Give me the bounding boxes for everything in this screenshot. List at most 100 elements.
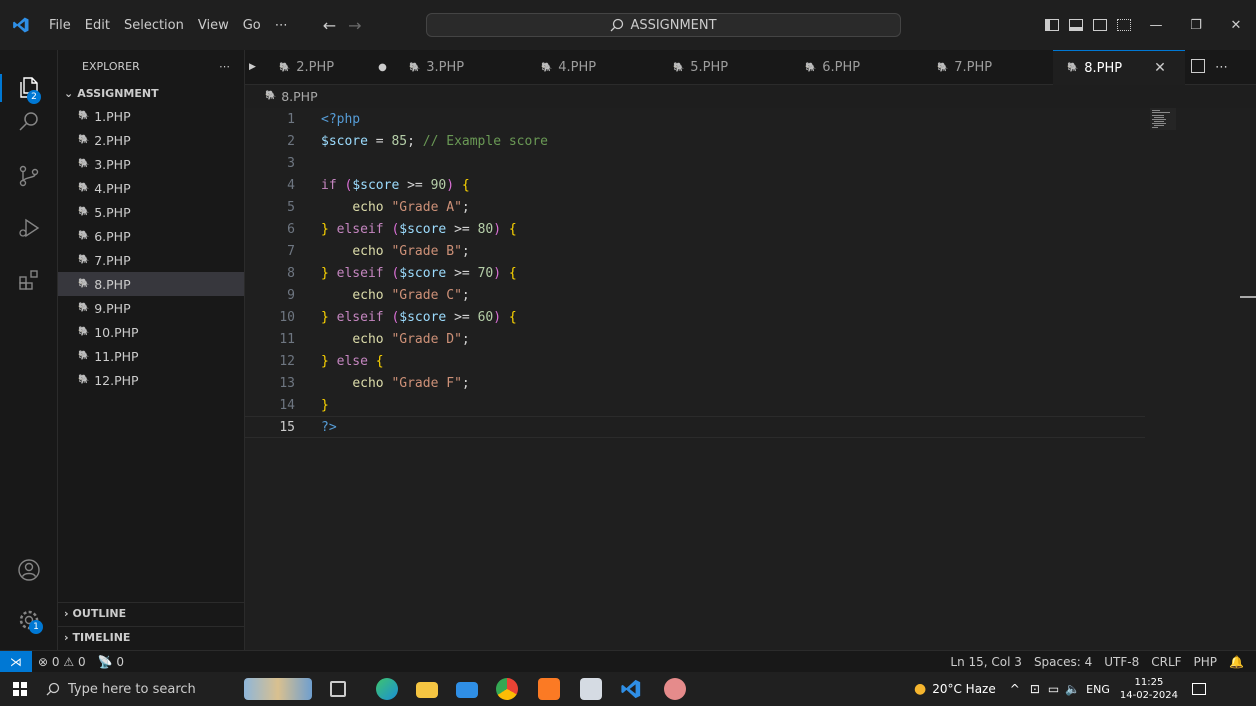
menu-more[interactable]: ⋯	[268, 18, 295, 33]
tab-5-php[interactable]: 🐘 5.PHP	[673, 50, 728, 85]
remote-indicator-icon[interactable]: ⋊	[0, 650, 32, 673]
menu-view[interactable]: View	[191, 18, 236, 33]
restore-icon[interactable]: ❐	[1176, 18, 1216, 33]
explorer-more-button[interactable]: ⋯	[219, 60, 230, 73]
network-icon[interactable]: ⊡	[1030, 682, 1040, 696]
encoding[interactable]: UTF-8	[1098, 655, 1145, 669]
file-item[interactable]: 🐘 3.PHP	[58, 152, 244, 176]
language-mode[interactable]: PHP	[1188, 655, 1224, 669]
xampp-icon[interactable]	[538, 678, 560, 700]
file-item[interactable]: 🐘 9.PHP	[58, 296, 244, 320]
windows-start-icon[interactable]	[13, 682, 27, 696]
folder-assignment[interactable]: ⌄ ASSIGNMENT	[58, 82, 244, 104]
ports-indicator[interactable]: 📡 0	[92, 655, 130, 669]
notifications-bell-icon[interactable]: 🔔	[1223, 655, 1256, 669]
tab-label: 6.PHP	[822, 60, 861, 75]
more-actions-icon[interactable]: ⋯	[1215, 60, 1228, 75]
task-view-icon[interactable]	[330, 681, 346, 697]
explorer-sidebar: EXPLORER ⋯ ⌄ ASSIGNMENT 🐘 1.PHP 🐘 2.PHP 🐘 3…	[58, 50, 245, 650]
timeline-section[interactable]: › TIMELINE	[58, 626, 245, 648]
file-label: 12.PHP	[94, 372, 139, 388]
tab-close-icon[interactable]: ✕	[1154, 60, 1166, 76]
tab-3-php[interactable]: 🐘 3.PHP	[409, 50, 464, 85]
extensions-icon[interactable]	[17, 268, 41, 292]
breadcrumb[interactable]: 🐘 8.PHP	[265, 86, 318, 106]
code-line: 12} else {	[245, 350, 1145, 372]
chevron-right-icon: ›	[64, 607, 69, 620]
run-debug-icon[interactable]	[17, 216, 41, 240]
volume-icon[interactable]: 🔈	[1065, 682, 1080, 696]
tab-label: 8.PHP	[1084, 60, 1123, 76]
file-item[interactable]: 🐘 4.PHP	[58, 176, 244, 200]
file-item[interactable]: 🐘 11.PHP	[58, 344, 244, 368]
tab-4-php[interactable]: 🐘 4.PHP	[541, 50, 596, 85]
code-line: 5 echo "Grade A";	[245, 196, 1145, 218]
taskbar-search[interactable]: Type here to search	[40, 676, 228, 702]
settings-badge: 1	[29, 620, 43, 634]
line-number: 13	[279, 375, 295, 391]
file-item[interactable]: 🐘 7.PHP	[58, 248, 244, 272]
battery-icon[interactable]: ▭	[1048, 682, 1059, 696]
search-icon[interactable]	[17, 110, 41, 134]
file-item[interactable]: 🐘 2.PHP	[58, 128, 244, 152]
line-number: 11	[279, 331, 295, 347]
menu-go[interactable]: Go	[236, 18, 268, 33]
toggle-panel-icon[interactable]	[1069, 19, 1083, 31]
menu-edit[interactable]: Edit	[78, 18, 117, 33]
chevron-up-icon[interactable]: ^	[1010, 682, 1020, 696]
mail-icon[interactable]	[456, 682, 478, 698]
explorer-header: EXPLORER ⋯	[58, 50, 244, 82]
file-item[interactable]: 🐘 10.PHP	[58, 320, 244, 344]
edge-browser-icon[interactable]	[376, 678, 398, 700]
close-icon[interactable]: ✕	[1216, 18, 1256, 33]
outline-section[interactable]: › OUTLINE	[58, 602, 245, 624]
cursor-position[interactable]: Ln 15, Col 3	[944, 655, 1028, 669]
forward-arrow-icon[interactable]: →	[342, 16, 367, 35]
line-number: 6	[287, 221, 295, 237]
word-document-icon[interactable]	[580, 678, 602, 700]
back-arrow-icon[interactable]: ←	[317, 16, 342, 35]
file-item-selected[interactable]: 🐘 8.PHP	[58, 272, 244, 296]
menu-selection[interactable]: Selection	[117, 18, 191, 33]
paint-app-icon[interactable]	[664, 678, 686, 700]
source-control-icon[interactable]	[17, 164, 41, 188]
file-item[interactable]: 🐘 5.PHP	[58, 200, 244, 224]
code-editor[interactable]: 1 <?php 2 $score = 85; // Example score 3 …	[245, 108, 1256, 650]
tabs-scroll-left-icon[interactable]: ▶	[249, 62, 256, 72]
toggle-primary-sidebar-icon[interactable]	[1045, 19, 1059, 31]
php-file-icon: 🐘	[78, 327, 90, 337]
notification-center-icon[interactable]	[1192, 683, 1206, 695]
explorer-icon[interactable]: 2	[17, 76, 41, 104]
split-editor-icon[interactable]	[1191, 59, 1205, 73]
breadcrumb-file: 8.PHP	[281, 88, 318, 104]
chrome-icon[interactable]	[496, 678, 518, 700]
file-item[interactable]: 🐘 1.PHP	[58, 104, 244, 128]
minimap[interactable]	[1150, 108, 1176, 130]
tab-6-php[interactable]: 🐘 6.PHP	[805, 50, 860, 85]
settings-gear-icon[interactable]: 1	[17, 608, 43, 634]
line-text: $score = 85; // Example score	[321, 133, 548, 149]
birds-widget-icon[interactable]	[244, 678, 312, 700]
file-item[interactable]: 🐘 12.PHP	[58, 368, 244, 392]
tab-2-php[interactable]: 🐘 2.PHP ●	[279, 50, 387, 85]
warning-count: 0	[77, 654, 86, 669]
command-center-search[interactable]: ASSIGNMENT	[426, 13, 901, 37]
input-language[interactable]: ENG	[1086, 683, 1110, 696]
indentation[interactable]: Spaces: 4	[1028, 655, 1098, 669]
vscode-taskbar-icon[interactable]	[620, 678, 642, 700]
code-line: 6} elseif ($score >= 80) {	[245, 218, 1145, 240]
file-explorer-icon[interactable]	[416, 682, 438, 698]
minimize-icon[interactable]: —	[1136, 18, 1176, 33]
end-of-line[interactable]: CRLF	[1145, 655, 1187, 669]
toggle-secondary-sidebar-icon[interactable]	[1093, 19, 1107, 31]
unsaved-dot-icon[interactable]: ●	[378, 62, 387, 73]
problems-indicator[interactable]: ⊗ 0 ⚠ 0	[32, 655, 92, 669]
customize-layout-icon[interactable]	[1117, 19, 1131, 31]
clock[interactable]: 11:25 14-02-2024	[1120, 676, 1178, 702]
file-item[interactable]: 🐘 6.PHP	[58, 224, 244, 248]
weather-text[interactable]: 20°C Haze	[932, 682, 996, 696]
accounts-icon[interactable]	[17, 558, 41, 582]
tab-7-php[interactable]: 🐘 7.PHP	[937, 50, 992, 85]
menu-file[interactable]: File	[42, 18, 78, 33]
tab-8-php[interactable]: 🐘 8.PHP ✕	[1053, 50, 1185, 85]
